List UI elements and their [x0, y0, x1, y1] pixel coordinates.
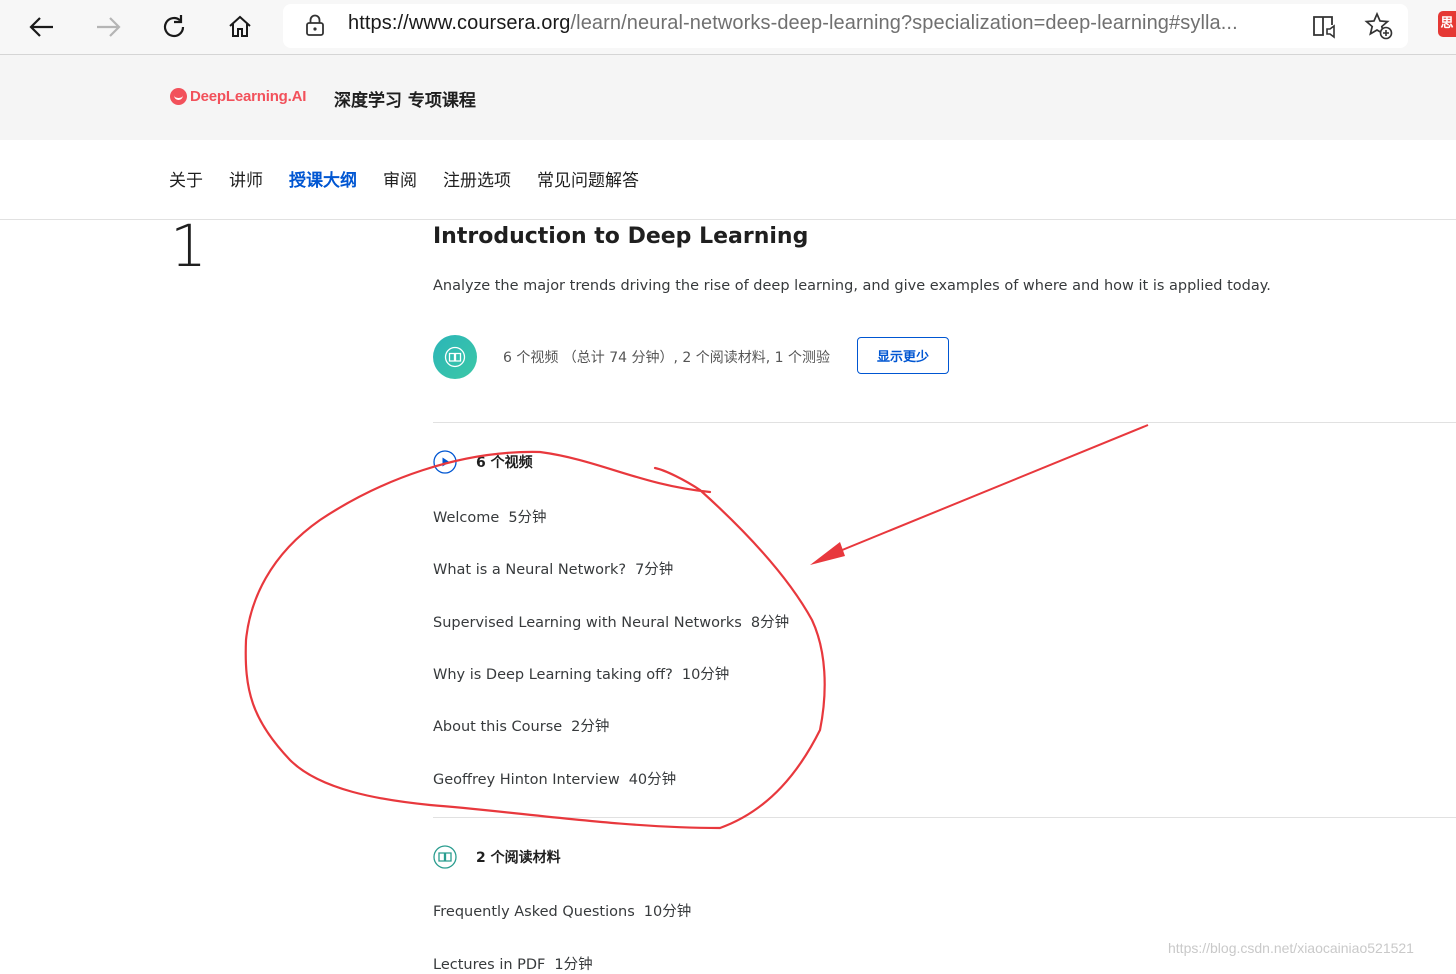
reader-mode-icon[interactable]: [1311, 12, 1339, 40]
course-tabs: 关于 讲师 授课大纲 审阅 注册选项 常见问题解答: [169, 166, 665, 191]
play-video-icon: [433, 450, 457, 474]
tab-reviews[interactable]: 审阅: [383, 166, 417, 191]
video-title: About this Course: [433, 719, 563, 735]
readings-heading: 2 个阅读材料: [476, 850, 561, 866]
video-duration: 7分钟: [635, 562, 674, 578]
url-path: /learn/neural-networks-deep-learning?spe…: [570, 12, 1238, 34]
annotation-arrow-line: [829, 424, 1149, 556]
module-title: Introduction to Deep Learning: [433, 224, 809, 249]
reading-title: Lectures in PDF: [433, 957, 546, 973]
module-description: Analyze the major trends driving the ris…: [433, 278, 1271, 294]
videos-header: 6 个视频: [433, 450, 533, 474]
video-item[interactable]: What is a Neural Network? 7分钟: [433, 558, 673, 579]
reading-title: Frequently Asked Questions: [433, 904, 635, 920]
video-duration: 10分钟: [681, 667, 730, 683]
module-book-icon: [433, 335, 477, 379]
tab-enrollment-options[interactable]: 注册选项: [443, 166, 511, 191]
deeplearning-ai-logo[interactable]: DeepLearning.AI: [170, 88, 306, 105]
reading-duration: 10分钟: [643, 904, 692, 920]
tabs-divider: [0, 219, 1456, 220]
watermark: https://blog.csdn.net/xiaocainiao521521: [1168, 940, 1414, 956]
video-title: Supervised Learning with Neural Networks: [433, 615, 742, 631]
video-title: What is a Neural Network?: [433, 562, 627, 578]
logo-text: DeepLearning.AI: [190, 88, 307, 105]
home-button[interactable]: [220, 7, 260, 47]
url-host: https://www.coursera.org: [348, 12, 571, 34]
add-favorite-icon[interactable]: [1364, 11, 1394, 41]
home-icon: [229, 15, 251, 37]
tab-about[interactable]: 关于: [169, 166, 203, 191]
video-duration: 2分钟: [571, 719, 610, 735]
url-text[interactable]: https://www.coursera.org/learn/neural-ne…: [348, 12, 1238, 35]
logo-mark-icon: [170, 88, 187, 105]
reading-item[interactable]: Lectures in PDF 1分钟: [433, 953, 593, 974]
lock-icon[interactable]: [304, 13, 326, 37]
reading-duration: 1分钟: [554, 957, 593, 973]
video-duration: 5分钟: [508, 510, 547, 526]
section-divider: [433, 817, 1456, 818]
reading-book-icon: [433, 845, 457, 869]
section-divider: [433, 422, 1456, 423]
tab-faq[interactable]: 常见问题解答: [537, 166, 639, 191]
video-title: Why is Deep Learning taking off?: [433, 667, 673, 683]
extension-badge[interactable]: 思: [1438, 11, 1456, 37]
video-item[interactable]: Supervised Learning with Neural Networks…: [433, 611, 789, 632]
video-item[interactable]: About this Course 2分钟: [433, 715, 609, 736]
video-item[interactable]: Geoffrey Hinton Interview 40分钟: [433, 768, 676, 789]
tab-syllabus[interactable]: 授课大纲: [289, 166, 357, 191]
forward-arrow-icon: [97, 17, 121, 37]
video-duration: 8分钟: [750, 615, 790, 631]
tab-instructors[interactable]: 讲师: [229, 166, 263, 191]
readings-header: 2 个阅读材料: [433, 845, 561, 869]
videos-heading: 6 个视频: [476, 455, 533, 471]
week-number: 1: [170, 212, 207, 280]
module-summary: 6 个视频 （总计 74 分钟）, 2 个阅读材料, 1 个测验: [503, 350, 831, 366]
refresh-icon: [163, 15, 185, 38]
video-title: Geoffrey Hinton Interview: [433, 772, 620, 788]
red-annotation: [244, 424, 1149, 830]
video-title: Welcome: [433, 510, 500, 526]
forward-button[interactable]: [88, 7, 128, 47]
video-item[interactable]: Why is Deep Learning taking off? 10分钟: [433, 663, 729, 684]
back-button[interactable]: [22, 7, 62, 47]
back-arrow-icon: [29, 17, 53, 37]
video-item[interactable]: Welcome 5分钟: [433, 506, 547, 527]
show-less-button[interactable]: 显示更少: [857, 337, 949, 374]
specialization-title[interactable]: 深度学习 专项课程: [334, 86, 476, 111]
video-duration: 40分钟: [628, 772, 677, 788]
annotation-arrowhead: [810, 542, 845, 565]
refresh-button[interactable]: [154, 7, 194, 47]
reading-item[interactable]: Frequently Asked Questions 10分钟: [433, 900, 691, 921]
